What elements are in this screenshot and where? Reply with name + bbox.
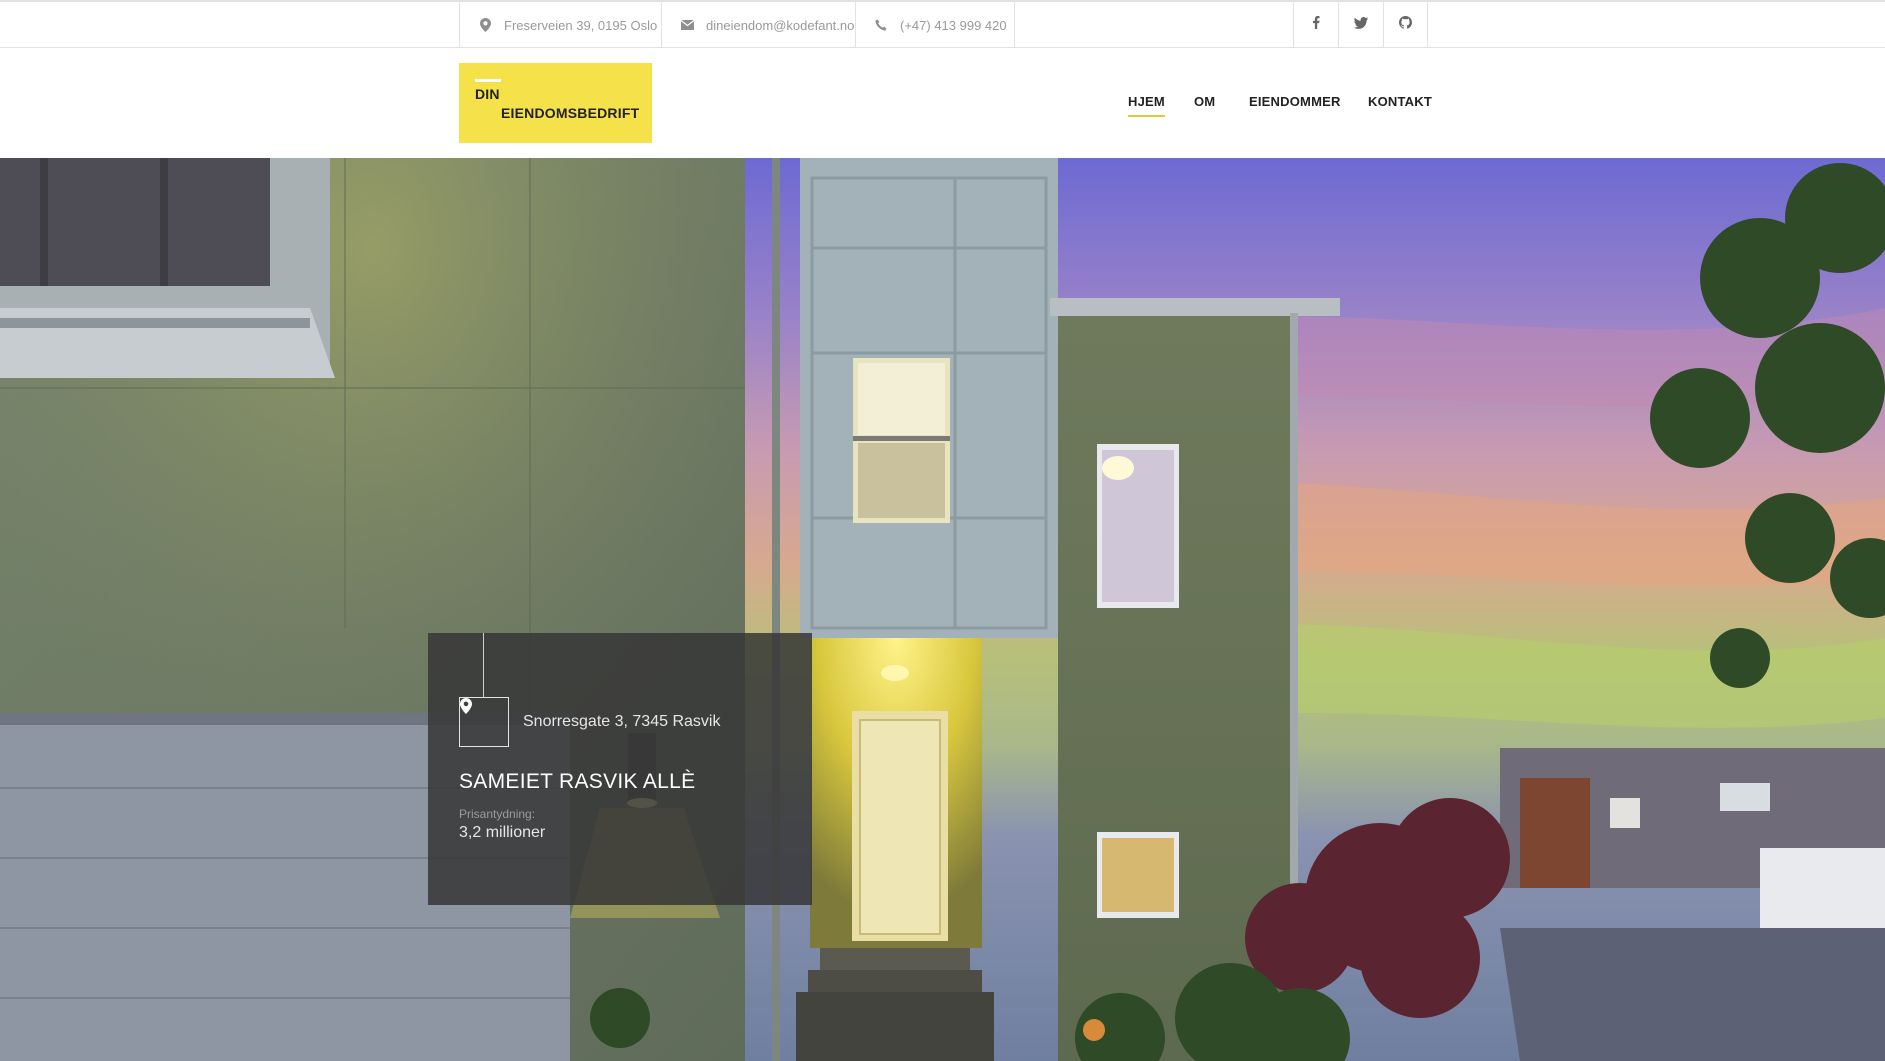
- map-pin-icon: [478, 18, 492, 32]
- property-card[interactable]: Snorresgate 3, 7345 Rasvik SAMEIET RASVI…: [428, 633, 812, 905]
- facebook-link[interactable]: [1293, 2, 1338, 48]
- facebook-icon: [1312, 16, 1320, 34]
- property-title[interactable]: SAMEIET RASVIK ALLÈ: [459, 770, 695, 794]
- github-icon: [1399, 16, 1412, 34]
- logo-text-line2: EIENDOMSBEDRIFT: [501, 105, 640, 121]
- github-link[interactable]: [1383, 2, 1428, 48]
- price-label: Prisantydning:: [459, 807, 536, 821]
- top-info-bar-inner: Freserveien 39, 0195 Oslo dineiendom@kod…: [459, 2, 1430, 48]
- nav-item-eiendommer[interactable]: EIENDOMMER: [1249, 94, 1341, 109]
- nav-item-hjem[interactable]: HJEM: [1128, 94, 1165, 117]
- hero-house-image: [0, 158, 1885, 1061]
- contact-phone[interactable]: (+47) 413 999 420: [855, 2, 1015, 48]
- price-value: 3,2 millioner: [459, 824, 546, 841]
- envelope-icon: [680, 18, 694, 32]
- card-connector-line: [483, 633, 484, 697]
- top-info-bar: Freserveien 39, 0195 Oslo dineiendom@kod…: [0, 0, 1885, 48]
- contact-address-text: Freserveien 39, 0195 Oslo: [504, 17, 658, 33]
- hero-banner: Snorresgate 3, 7345 Rasvik SAMEIET RASVI…: [0, 158, 1885, 1061]
- logo-accent-bar: [475, 79, 501, 82]
- nav-item-kontakt[interactable]: KONTAKT: [1368, 94, 1432, 109]
- site-header: DIN EIENDOMSBEDRIFT HJEM OM EIENDOMMER K…: [0, 48, 1885, 158]
- twitter-link[interactable]: [1338, 2, 1383, 48]
- logo-text-line1: DIN: [475, 86, 500, 102]
- phone-icon: [874, 18, 888, 32]
- property-address: Snorresgate 3, 7345 Rasvik: [523, 713, 721, 730]
- twitter-icon: [1354, 16, 1368, 34]
- nav-item-om[interactable]: OM: [1194, 94, 1215, 109]
- site-logo[interactable]: DIN EIENDOMSBEDRIFT: [459, 63, 652, 143]
- contact-address: Freserveien 39, 0195 Oslo: [459, 2, 661, 48]
- contact-email[interactable]: dineiendom@kodefant.no: [661, 2, 855, 48]
- contact-email-text[interactable]: dineiendom@kodefant.no: [706, 18, 854, 33]
- location-pin-box: [459, 697, 509, 747]
- contact-phone-text[interactable]: (+47) 413 999 420: [900, 18, 1007, 33]
